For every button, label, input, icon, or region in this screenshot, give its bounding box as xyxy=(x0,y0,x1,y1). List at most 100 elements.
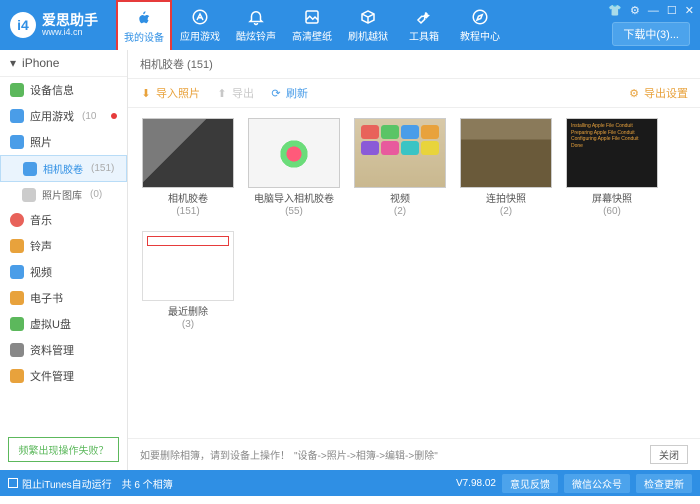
sidebar-item-ebooks[interactable]: 电子书 xyxy=(0,285,127,311)
gear-icon: ⚙ xyxy=(628,87,640,99)
nav-tutorials[interactable]: 教程中心 xyxy=(452,0,508,50)
nav-label: 工具箱 xyxy=(409,28,439,43)
status-bar: 阻止iTunes自动运行 共 6 个相簿 V7.98.02 意见反馈 微信公众号… xyxy=(0,470,700,496)
album-thumb xyxy=(354,118,446,188)
brand-name: 爱思助手 xyxy=(42,13,98,27)
sidebar-item-files[interactable]: 文件管理 xyxy=(0,363,127,389)
appstore-icon xyxy=(191,8,209,26)
sidebar-item-apps[interactable]: 应用游戏(10 xyxy=(0,103,127,129)
sidebar-item-deviceinfo[interactable]: 设备信息 xyxy=(0,77,127,103)
nav-my-device[interactable]: 我的设备 xyxy=(116,0,172,50)
breadcrumb: 相机胶卷 (151) xyxy=(128,50,700,79)
refresh-icon: ⟳ xyxy=(270,87,282,99)
feedback-button[interactable]: 意见反馈 xyxy=(502,474,558,493)
update-button[interactable]: 检查更新 xyxy=(636,474,692,493)
sidebar-list: 设备信息 应用游戏(10 照片 相机胶卷(151) 照片图库(0) 音乐 铃声 … xyxy=(0,77,127,429)
nav-apps[interactable]: 应用游戏 xyxy=(172,0,228,50)
files-icon xyxy=(10,369,24,383)
album-item[interactable]: Installing Apple File ConduitPreparing A… xyxy=(566,118,658,217)
hint-close-button[interactable]: 关闭 xyxy=(650,445,688,464)
sidebar-item-photolib[interactable]: 照片图库(0) xyxy=(0,182,127,207)
refresh-button[interactable]: ⟳刷新 xyxy=(270,85,308,101)
chevron-down-icon: ▾ xyxy=(10,56,16,70)
wechat-button[interactable]: 微信公众号 xyxy=(564,474,630,493)
album-grid: 相机胶卷(151) 电脑导入相机胶卷(55) 视频(2) 连拍快照(2) Ins… xyxy=(128,108,700,438)
ringtone-icon xyxy=(10,239,24,253)
sidebar-item-video[interactable]: 视频 xyxy=(0,259,127,285)
bell-icon xyxy=(247,8,265,26)
itunes-checkbox[interactable]: 阻止iTunes自动运行 xyxy=(8,476,112,491)
album-thumb xyxy=(142,231,234,301)
image-icon xyxy=(303,8,321,26)
album-thumb xyxy=(248,118,340,188)
album-item[interactable]: 最近删除(3) xyxy=(142,231,234,330)
download-area: 下载中(3)... xyxy=(612,22,690,46)
maximize-icon[interactable]: ☐ xyxy=(667,4,677,17)
album-item[interactable]: 电脑导入相机胶卷(55) xyxy=(248,118,340,217)
album-thumb: Installing Apple File ConduitPreparing A… xyxy=(566,118,658,188)
main-panel: 相机胶卷 (151) ⬇导入照片 ⬆导出 ⟳刷新 ⚙导出设置 相机胶卷(151)… xyxy=(128,50,700,470)
hint-text: 如要删除相簿，请到设备上操作！ xyxy=(140,447,290,462)
info-icon xyxy=(10,83,24,97)
import-button[interactable]: ⬇导入照片 xyxy=(140,85,200,101)
top-nav: 我的设备 应用游戏 酷炫铃声 高清壁纸 刷机越狱 工具箱 教程中心 xyxy=(116,0,508,50)
window-controls: 👕 ⚙ — ☐ ✕ xyxy=(608,4,694,17)
logo: i4 爱思助手 www.i4.cn xyxy=(0,12,108,38)
brand-url: www.i4.cn xyxy=(42,27,98,37)
export-settings-button[interactable]: ⚙导出设置 xyxy=(628,85,688,101)
album-item[interactable]: 相机胶卷(151) xyxy=(142,118,234,217)
cameraroll-icon xyxy=(23,162,37,176)
data-icon xyxy=(10,343,24,357)
sidebar-item-data[interactable]: 资料管理 xyxy=(0,337,127,363)
logo-icon: i4 xyxy=(10,12,36,38)
device-selector[interactable]: ▾ iPhone xyxy=(0,50,127,77)
usb-icon xyxy=(10,317,24,331)
nav-label: 我的设备 xyxy=(124,29,164,44)
album-item[interactable]: 视频(2) xyxy=(354,118,446,217)
nav-label: 应用游戏 xyxy=(180,28,220,43)
apps-icon xyxy=(10,109,24,123)
sidebar-item-ringtones[interactable]: 铃声 xyxy=(0,233,127,259)
sidebar-item-photos[interactable]: 照片 xyxy=(0,129,127,155)
wrench-icon xyxy=(415,8,433,26)
compass-icon xyxy=(471,8,489,26)
sidebar-item-music[interactable]: 音乐 xyxy=(0,207,127,233)
nav-label: 高清壁纸 xyxy=(292,28,332,43)
nav-label: 酷炫铃声 xyxy=(236,28,276,43)
book-icon xyxy=(10,291,24,305)
device-name: iPhone xyxy=(22,56,59,70)
shirt-icon[interactable]: 👕 xyxy=(608,4,622,17)
sidebar: ▾ iPhone 设备信息 应用游戏(10 照片 相机胶卷(151) 照片图库(… xyxy=(0,50,128,470)
notification-dot xyxy=(111,113,117,119)
album-item[interactable]: 连拍快照(2) xyxy=(460,118,552,217)
video-icon xyxy=(10,265,24,279)
folder-icon xyxy=(22,188,36,202)
nav-wallpapers[interactable]: 高清壁纸 xyxy=(284,0,340,50)
box-icon xyxy=(359,8,377,26)
sidebar-item-udisk[interactable]: 虚拟U盘 xyxy=(0,311,127,337)
photos-icon xyxy=(10,135,24,149)
album-count: 共 6 个相簿 xyxy=(122,476,173,491)
toolbar: ⬇导入照片 ⬆导出 ⟳刷新 ⚙导出设置 xyxy=(128,79,700,108)
nav-label: 刷机越狱 xyxy=(348,28,388,43)
version-label: V7.98.02 xyxy=(456,478,496,489)
export-button[interactable]: ⬆导出 xyxy=(216,85,254,101)
album-thumb xyxy=(460,118,552,188)
hint-path: "设备->照片->相簿->编辑->删除" xyxy=(294,447,438,462)
apple-icon xyxy=(135,9,153,27)
import-icon: ⬇ xyxy=(140,87,152,99)
sidebar-item-cameraroll[interactable]: 相机胶卷(151) xyxy=(0,155,127,182)
hint-bar: 如要删除相簿，请到设备上操作！ "设备->照片->相簿->编辑->删除" 关闭 xyxy=(128,438,700,470)
music-icon xyxy=(10,213,24,227)
nav-ringtones[interactable]: 酷炫铃声 xyxy=(228,0,284,50)
close-icon[interactable]: ✕ xyxy=(685,4,694,17)
app-header: i4 爱思助手 www.i4.cn 我的设备 应用游戏 酷炫铃声 高清壁纸 刷机… xyxy=(0,0,700,50)
nav-jailbreak[interactable]: 刷机越狱 xyxy=(340,0,396,50)
download-button[interactable]: 下载中(3)... xyxy=(612,22,690,46)
album-thumb xyxy=(142,118,234,188)
minimize-icon[interactable]: — xyxy=(648,5,659,17)
help-button[interactable]: 频繁出现操作失败？ xyxy=(8,437,119,462)
export-icon: ⬆ xyxy=(216,87,228,99)
settings-icon[interactable]: ⚙ xyxy=(630,4,640,17)
nav-tools[interactable]: 工具箱 xyxy=(396,0,452,50)
